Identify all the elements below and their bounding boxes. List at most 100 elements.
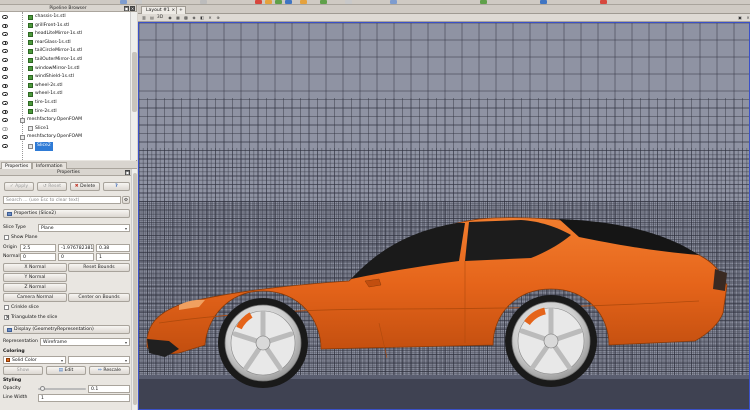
visibility-eye-icon[interactable] — [2, 66, 8, 71]
line-width-input[interactable]: 1 — [38, 394, 130, 402]
pipeline-item[interactable]: wheel-1s.stl — [0, 90, 130, 99]
pipeline-item[interactable]: grillFront-1s.stl — [0, 22, 130, 31]
properties-section-header[interactable]: Properties (Slice2) — [3, 209, 130, 218]
camera-normal-button[interactable]: Camera Normal — [3, 293, 67, 302]
tab-layout-1[interactable]: Layout #1 × — [141, 6, 181, 14]
reset-button[interactable]: ↺ Reset — [37, 182, 67, 191]
visibility-eye-icon[interactable] — [2, 75, 8, 80]
pipeline-item[interactable]: windowMirror-1s.stl — [0, 65, 130, 74]
toolbar-icon-m[interactable] — [540, 0, 547, 4]
camera-icon[interactable]: ◉ — [166, 15, 174, 21]
visibility-eye-icon[interactable] — [2, 101, 8, 105]
clear-selection-icon[interactable]: ✕ — [206, 15, 214, 21]
float-icon[interactable]: ▣ — [125, 170, 130, 175]
reset-bounds-button[interactable]: Reset Bounds — [68, 263, 130, 272]
show-colorbar-button[interactable]: Show — [3, 366, 43, 375]
interactive-select-icon[interactable]: ◈ — [190, 15, 198, 21]
pipeline-item[interactable]: meshfactory.OpenFOAM — [0, 116, 130, 125]
pipeline-item[interactable]: meshfactory.OpenFOAM — [0, 133, 130, 142]
pipeline-item[interactable]: headLiteMirror-1s.stl — [0, 30, 130, 39]
coloring-select[interactable]: Solid Color ▾ — [3, 356, 66, 364]
toolbar-icon-f[interactable] — [275, 0, 282, 4]
toolbar-icon-d[interactable] — [255, 0, 262, 4]
opacity-slider[interactable] — [38, 388, 86, 390]
visibility-eye-icon[interactable] — [2, 92, 8, 97]
pipeline-item[interactable]: rearGlass-1s.stl — [0, 39, 130, 48]
y-normal-button[interactable]: Y Normal — [3, 273, 67, 282]
center-on-bounds-button[interactable]: Center on Bounds — [68, 293, 130, 302]
advanced-gear-icon[interactable]: ⚙ — [122, 196, 130, 204]
tab-information[interactable]: Information — [32, 162, 67, 169]
representation-select[interactable]: Wireframe ▾ — [40, 338, 130, 346]
grow-selection-icon[interactable]: ⊕ — [214, 15, 222, 21]
pipeline-item[interactable]: tire-1s.stl — [0, 99, 130, 108]
close-view-icon[interactable]: × — [744, 15, 750, 21]
pipeline-item[interactable]: wheel-2s.stl — [0, 82, 130, 91]
visibility-eye-icon[interactable] — [2, 118, 8, 123]
normal-x-input[interactable]: 0 — [20, 253, 56, 261]
toolbar-icon-j[interactable] — [345, 0, 352, 4]
float-icon[interactable]: ▣ — [124, 6, 129, 11]
x-normal-button[interactable]: X Normal — [3, 263, 67, 272]
toolbar-icon-e[interactable] — [265, 0, 272, 4]
edit-colormap-button[interactable]: ▤ Edit — [46, 366, 86, 375]
pipeline-item[interactable]: tire-2s.stl — [0, 108, 130, 117]
select-cells-icon[interactable]: ▦ — [174, 15, 182, 21]
toolbar-icon-h[interactable] — [300, 0, 307, 4]
visibility-eye-icon[interactable] — [2, 135, 8, 140]
pipeline-item[interactable]: tailOuterMirror-1s.stl — [0, 56, 130, 65]
display-section-header[interactable]: Display (GeometryRepresentation) — [3, 325, 130, 334]
normal-z-input[interactable]: 1 — [96, 253, 130, 261]
opacity-slider-handle[interactable] — [40, 386, 46, 391]
pipeline-scrollbar[interactable] — [130, 12, 137, 160]
visibility-eye-icon[interactable] — [2, 109, 8, 114]
apply-button[interactable]: ✓ Apply — [4, 182, 34, 191]
slice-type-select[interactable]: Plane ▾ — [38, 224, 130, 232]
toolbar-icon-n[interactable] — [600, 0, 607, 4]
z-normal-button[interactable]: Z Normal — [3, 283, 67, 292]
add-layout-tab-button[interactable]: + — [176, 6, 186, 14]
visibility-eye-icon[interactable] — [2, 144, 8, 148]
crinkle-slice-checkbox[interactable] — [4, 305, 9, 310]
visibility-eye-icon[interactable] — [2, 58, 8, 62]
pipeline-item[interactable]: windShield-1s.stl — [0, 73, 130, 82]
visibility-eye-icon[interactable] — [2, 126, 8, 131]
visibility-eye-icon[interactable] — [2, 32, 8, 37]
select-block-icon[interactable]: ◧ — [198, 15, 206, 21]
split-vertical-icon[interactable]: ▤ — [148, 15, 156, 21]
pipeline-item[interactable]: chassis-1s.stl — [0, 13, 130, 22]
render-view[interactable] — [138, 22, 750, 410]
toolbar-icon-k[interactable] — [390, 0, 397, 4]
opacity-input[interactable]: 0.1 — [88, 385, 130, 393]
split-horizontal-icon[interactable]: ▥ — [140, 15, 148, 21]
origin-z-input[interactable]: 0.38 — [96, 244, 130, 252]
visibility-eye-icon[interactable] — [2, 49, 8, 54]
toolbar-icon-a[interactable] — [120, 0, 127, 4]
origin-x-input[interactable]: 2.5 — [20, 244, 56, 252]
visibility-eye-icon[interactable] — [2, 15, 8, 19]
toolbar-icon-l[interactable] — [480, 0, 487, 4]
normal-y-input[interactable]: 0 — [58, 253, 94, 261]
properties-scrollbar[interactable] — [131, 169, 137, 410]
select-points-icon[interactable]: ▩ — [182, 15, 190, 21]
toolbar-icon-i[interactable] — [320, 0, 327, 4]
toggle-3d-button[interactable]: 3D — [156, 15, 164, 21]
rescale-button[interactable]: ⇔ Rescale — [89, 366, 130, 375]
toolbar-icon-g[interactable] — [285, 0, 292, 4]
pipeline-item[interactable]: tailCircleMirror-1s.stl — [0, 47, 130, 56]
search-input[interactable]: Search ... (use Esc to clear text) — [3, 196, 121, 204]
maximize-icon[interactable]: ▣ — [736, 15, 744, 21]
origin-y-input[interactable]: -1.97678238151 — [58, 244, 94, 252]
delete-button[interactable]: ✖ Delete — [70, 182, 100, 191]
help-button[interactable]: ? — [103, 182, 130, 191]
tab-properties[interactable]: Properties — [1, 162, 33, 169]
toolbar-icon-c[interactable] — [200, 0, 207, 4]
visibility-eye-icon[interactable] — [2, 83, 8, 88]
visibility-eye-icon[interactable] — [2, 23, 8, 28]
close-icon[interactable]: × — [171, 8, 175, 13]
show-plane-checkbox[interactable] — [4, 235, 9, 240]
pipeline-item[interactable]: Slice1 — [0, 125, 130, 134]
toolbar-icon-b[interactable] — [135, 0, 142, 4]
component-select[interactable]: ▾ — [68, 356, 130, 364]
pipeline-item[interactable]: Slice2 — [0, 142, 130, 151]
